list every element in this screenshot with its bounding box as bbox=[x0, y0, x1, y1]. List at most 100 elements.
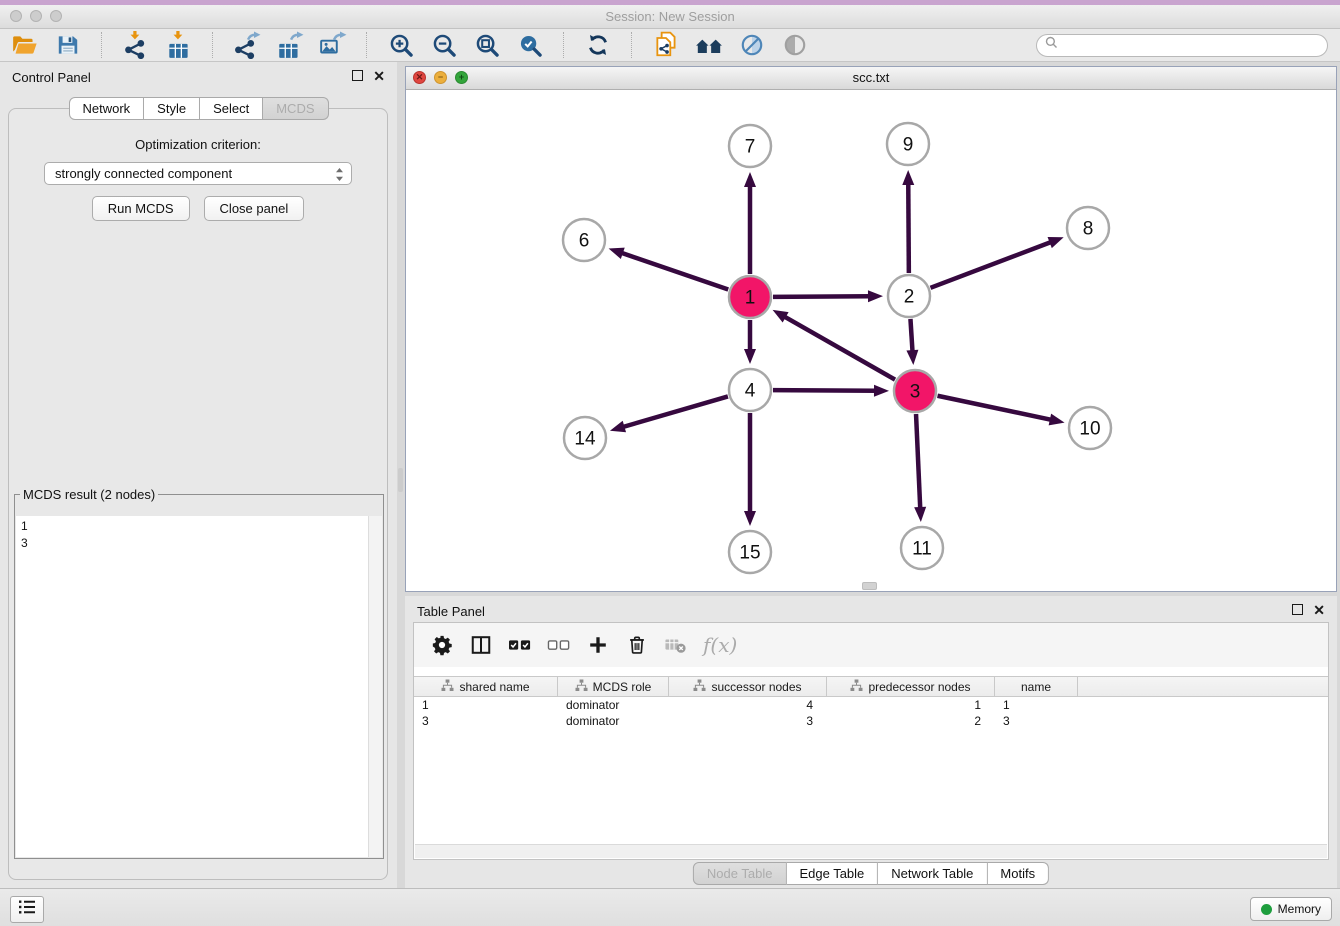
network-canvas[interactable]: 7 9 6 8 1 2 4 3 14 10 15 11 bbox=[406, 89, 1336, 591]
zoom-selected-icon[interactable] bbox=[515, 30, 545, 60]
network-window-titlebar[interactable]: ✕ − + scc.txt bbox=[406, 67, 1336, 90]
table-cell: 1 bbox=[414, 698, 558, 712]
import-network-icon[interactable] bbox=[121, 30, 151, 60]
close-panel-button[interactable]: Close panel bbox=[204, 196, 305, 221]
deselect-all-checkboxes-icon[interactable] bbox=[547, 633, 571, 657]
optimization-criterion-select[interactable]: strongly connected component bbox=[44, 162, 352, 185]
toolbar-separator bbox=[212, 32, 214, 58]
graph-edge-1-4[interactable] bbox=[744, 320, 756, 364]
svg-text:9: 9 bbox=[903, 135, 914, 156]
close-table-panel-icon[interactable]: ✕ bbox=[1313, 605, 1325, 615]
application-window: Session: New Session Control Panel ✕ Net… bbox=[0, 0, 1340, 926]
delete-column-trash-icon[interactable] bbox=[625, 633, 649, 657]
network-graph[interactable]: 7 9 6 8 1 2 4 3 14 10 15 11 bbox=[406, 89, 1336, 591]
graph-edge-4-14[interactable] bbox=[610, 396, 728, 432]
column-header-predecessor-nodes[interactable]: predecessor nodes bbox=[827, 677, 995, 696]
export-network-icon[interactable] bbox=[232, 30, 262, 60]
tab-edge-table[interactable]: Edge Table bbox=[786, 862, 878, 885]
graph-edge-1-2[interactable] bbox=[773, 290, 883, 302]
maximize-network-button[interactable]: + bbox=[455, 71, 468, 84]
zoom-out-icon[interactable] bbox=[429, 30, 459, 60]
graph-node-7[interactable]: 7 bbox=[729, 125, 771, 167]
graph-node-3[interactable]: 3 bbox=[894, 370, 936, 412]
minimize-network-button[interactable]: − bbox=[434, 71, 447, 84]
graph-node-11[interactable]: 11 bbox=[901, 527, 943, 569]
graph-node-8[interactable]: 8 bbox=[1067, 207, 1109, 249]
svg-text:15: 15 bbox=[739, 543, 760, 564]
table-header-row: shared nameMCDS rolesuccessor nodesprede… bbox=[414, 676, 1328, 697]
column-header-successor-nodes[interactable]: successor nodes bbox=[669, 677, 827, 696]
graph-edge-3-1[interactable] bbox=[773, 310, 895, 380]
control-panel-window-buttons: ✕ bbox=[352, 70, 385, 81]
window-title: Session: New Session bbox=[0, 9, 1340, 24]
graph-edge-2-9[interactable] bbox=[902, 170, 914, 273]
table-row[interactable]: 1dominator411 bbox=[414, 697, 1328, 713]
tab-select[interactable]: Select bbox=[200, 97, 263, 120]
table-settings-gear-icon[interactable] bbox=[430, 633, 454, 657]
tab-mcds[interactable]: MCDS bbox=[263, 97, 328, 120]
float-table-panel-icon[interactable] bbox=[1292, 604, 1303, 615]
add-column-icon[interactable] bbox=[586, 633, 610, 657]
export-image-icon[interactable] bbox=[318, 30, 348, 60]
graph-node-2[interactable]: 2 bbox=[888, 275, 930, 317]
import-table-icon[interactable] bbox=[164, 30, 194, 60]
graph-edge-2-3[interactable] bbox=[906, 319, 918, 365]
svg-text:11: 11 bbox=[912, 539, 932, 560]
graph-node-14[interactable]: 14 bbox=[564, 417, 606, 459]
tab-network[interactable]: Network bbox=[68, 97, 144, 120]
home-icon[interactable] bbox=[694, 30, 724, 60]
panel-splitter-handle[interactable] bbox=[398, 468, 403, 492]
graph-node-15[interactable]: 15 bbox=[729, 531, 771, 573]
graph-edge-3-11[interactable] bbox=[914, 414, 926, 522]
svg-text:2: 2 bbox=[904, 287, 915, 308]
memory-label: Memory bbox=[1278, 902, 1321, 916]
column-header-MCDS-role[interactable]: MCDS role bbox=[558, 677, 669, 696]
tab-motifs[interactable]: Motifs bbox=[987, 862, 1049, 885]
search-field[interactable] bbox=[1036, 34, 1328, 57]
zoom-in-icon[interactable] bbox=[386, 30, 416, 60]
graph-edge-1-6[interactable] bbox=[609, 248, 729, 290]
canvas-resize-grip[interactable] bbox=[862, 582, 877, 590]
task-history-button[interactable] bbox=[10, 896, 44, 923]
clone-network-icon[interactable] bbox=[651, 30, 681, 60]
column-header-shared-name[interactable]: shared name bbox=[414, 677, 558, 696]
table-row[interactable]: 3dominator323 bbox=[414, 713, 1328, 729]
graph-node-10[interactable]: 10 bbox=[1069, 407, 1111, 449]
export-table-icon[interactable] bbox=[275, 30, 305, 60]
graph-edge-3-10[interactable] bbox=[938, 396, 1065, 426]
hide-graphics-details-icon[interactable] bbox=[737, 30, 767, 60]
bird-view-icon[interactable] bbox=[780, 30, 810, 60]
graph-node-1[interactable]: 1 bbox=[729, 276, 771, 318]
graph-edge-1-7[interactable] bbox=[744, 172, 756, 274]
split-columns-icon[interactable] bbox=[469, 633, 493, 657]
tab-network-table[interactable]: Network Table bbox=[878, 862, 987, 885]
graph-edge-4-15[interactable] bbox=[744, 413, 756, 526]
close-panel-icon[interactable]: ✕ bbox=[373, 71, 385, 81]
network-view-window: ✕ − + scc.txt 7 9 6 8 1 2 4 3 14 10 15 11 bbox=[405, 66, 1337, 592]
result-scrollbar[interactable] bbox=[368, 516, 382, 857]
graph-edge-2-8[interactable] bbox=[931, 237, 1064, 288]
graph-edge-4-3[interactable] bbox=[773, 385, 889, 397]
graph-node-9[interactable]: 9 bbox=[887, 123, 929, 165]
open-session-icon[interactable] bbox=[10, 30, 40, 60]
search-input[interactable] bbox=[1063, 37, 1319, 53]
graph-node-6[interactable]: 6 bbox=[563, 219, 605, 261]
table-cell: 3 bbox=[669, 714, 827, 728]
memory-button[interactable]: Memory bbox=[1250, 897, 1332, 921]
toolbar-separator bbox=[563, 32, 565, 58]
zoom-fit-icon[interactable] bbox=[472, 30, 502, 60]
refresh-layout-icon[interactable] bbox=[583, 30, 613, 60]
save-session-icon[interactable] bbox=[53, 30, 83, 60]
column-header-name[interactable]: name bbox=[995, 677, 1078, 696]
mcds-result-list[interactable]: 1 3 bbox=[16, 516, 382, 857]
control-panel-tabbar: NetworkStyleSelectMCDS bbox=[68, 97, 328, 120]
close-network-button[interactable]: ✕ bbox=[413, 71, 426, 84]
tab-style[interactable]: Style bbox=[144, 97, 200, 120]
node-table-view: f(x) shared nameMCDS rolesuccessor nodes… bbox=[413, 622, 1329, 860]
tab-node-table[interactable]: Node Table bbox=[693, 862, 787, 885]
run-mcds-button[interactable]: Run MCDS bbox=[92, 196, 190, 221]
graph-node-4[interactable]: 4 bbox=[729, 369, 771, 411]
float-panel-icon[interactable] bbox=[352, 70, 363, 81]
table-horizontal-scrollbar[interactable] bbox=[415, 844, 1327, 858]
select-all-checkboxes-icon[interactable] bbox=[508, 633, 532, 657]
